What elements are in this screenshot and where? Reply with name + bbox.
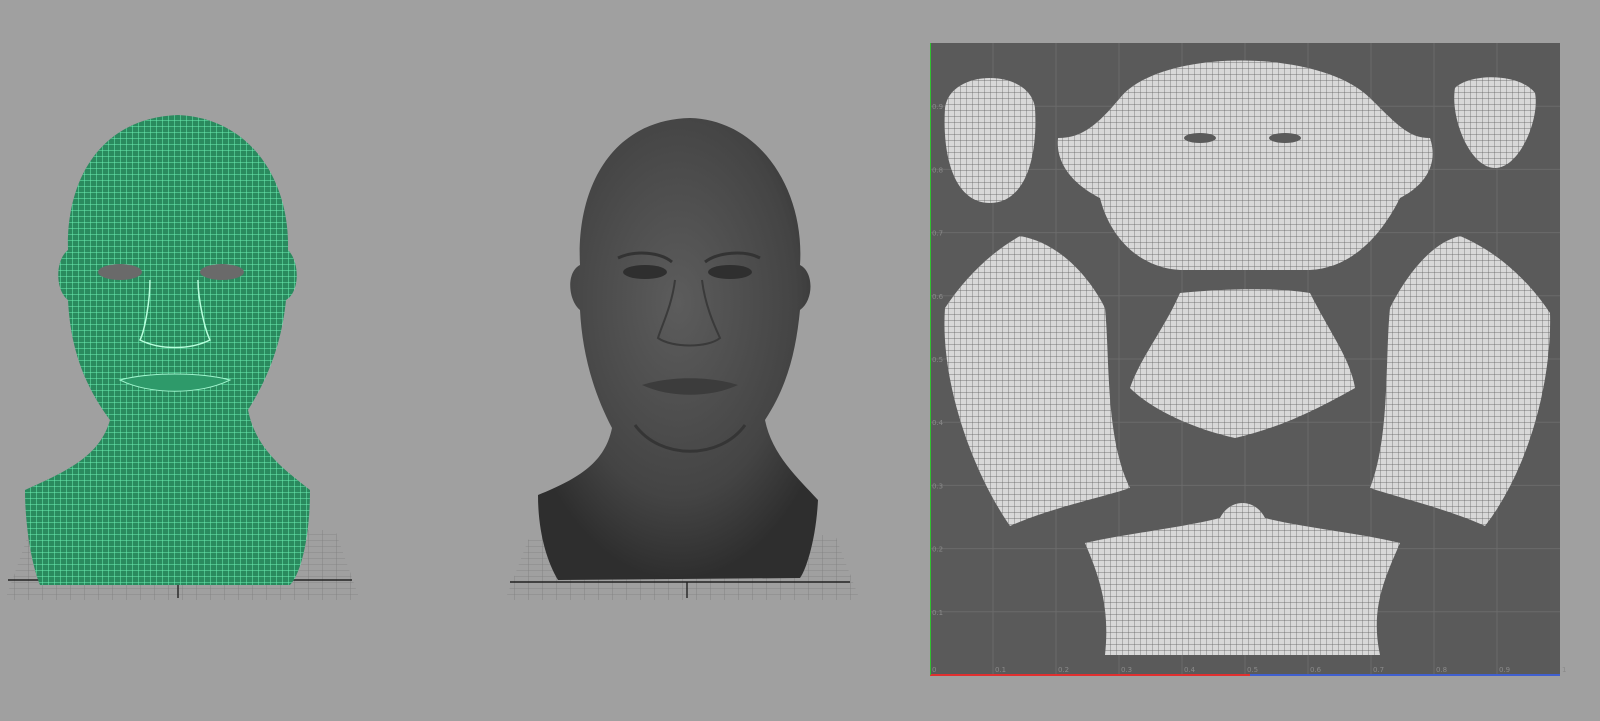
head-mesh [25,115,310,585]
u-tick-label: 0.3 [1121,666,1132,674]
u-tick-label: 1 [1562,666,1566,674]
v-tick-label: 0.6 [932,293,944,301]
shaded-head-render [505,118,860,600]
uv-editor-canvas: 0 0.1 0.2 0.3 0.4 0.5 0.6 0.7 0.8 0.9 1 0.1 0.2 0.3 0… [930,43,1566,676]
v-tick-label: 0.8 [932,166,943,174]
v-tick-label: 0.1 [932,609,943,617]
u-tick-label: 0.6 [1310,666,1322,674]
u-tick-label: 0.8 [1436,666,1447,674]
u-tick-label: 0.7 [1373,666,1384,674]
uv-editor-viewport[interactable]: 0 0.1 0.2 0.3 0.4 0.5 0.6 0.7 0.8 0.9 1 0.1 0.2 0.3 0… [930,38,1590,698]
u-tick-label: 0.9 [1499,666,1510,674]
v-tick-label: 0.3 [932,482,943,490]
u-tick-label: 0.5 [1247,666,1258,674]
head-surface [538,118,818,580]
wireframe-head-render [5,115,360,600]
u-tick-label: 0.1 [995,666,1006,674]
wireframe-viewport[interactable] [0,0,370,721]
shaded-viewport[interactable] [500,0,870,721]
u-tick-label: 0.2 [1058,666,1069,674]
u-tick-label: 0 [932,666,936,674]
v-tick-label: 0.4 [932,419,944,427]
u-tick-label: 0.4 [1184,666,1196,674]
v-tick-label: 0.7 [932,230,943,238]
v-tick-label: 0.9 [932,103,943,111]
v-tick-label: 0.5 [932,356,943,364]
v-tick-label: 0.2 [932,546,943,554]
